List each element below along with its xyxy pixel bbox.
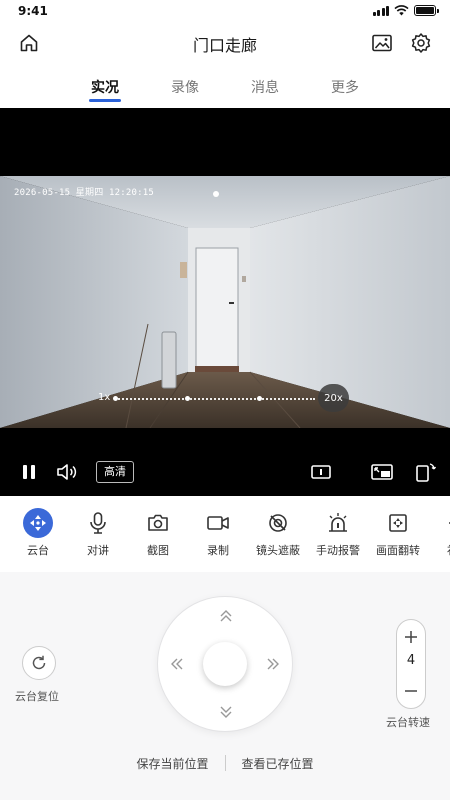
plus-icon bbox=[405, 631, 417, 643]
tool-light[interactable]: 补光 bbox=[428, 508, 450, 564]
header: 门口走廊 bbox=[0, 26, 450, 60]
camera-icon bbox=[143, 508, 173, 538]
view-positions-link[interactable]: 查看已存位置 bbox=[226, 755, 330, 772]
status-icons bbox=[372, 5, 439, 16]
speed-value: 4 bbox=[406, 653, 416, 668]
tool-manual-alarm[interactable]: 手动报警 bbox=[308, 508, 368, 564]
tool-intercom[interactable]: 对讲 bbox=[68, 508, 128, 564]
speed-increase-button[interactable] bbox=[397, 624, 425, 650]
save-position-link[interactable]: 保存当前位置 bbox=[120, 755, 224, 772]
zoom-max-button[interactable]: 20x bbox=[318, 384, 349, 412]
tab-recordings[interactable]: 录像 bbox=[145, 74, 225, 104]
tool-screenshot[interactable]: 截图 bbox=[128, 508, 188, 564]
video-control-bar: 高清 bbox=[0, 458, 450, 486]
refresh-icon bbox=[32, 655, 46, 670]
video-timestamp: 2026-05-15 星期四 12:20:15 bbox=[14, 188, 154, 198]
flip-icon bbox=[383, 508, 413, 538]
tool-label: 录制 bbox=[207, 544, 229, 557]
zoom-track[interactable] bbox=[113, 396, 315, 401]
tool-label: 补光 bbox=[428, 542, 450, 558]
ptz-up-icon[interactable] bbox=[217, 607, 235, 625]
tool-lens-cover[interactable]: 镜头遮蔽 bbox=[248, 508, 308, 564]
alarm-icon bbox=[323, 508, 353, 538]
ptz-joystick-knob[interactable] bbox=[203, 642, 247, 686]
tool-label: 截图 bbox=[147, 544, 169, 557]
ptz-joystick[interactable] bbox=[157, 596, 293, 732]
tab-more[interactable]: 更多 bbox=[305, 74, 385, 104]
video-record-icon bbox=[203, 508, 233, 538]
gear-icon[interactable] bbox=[408, 30, 434, 56]
zoom-min-label: 1x bbox=[98, 392, 111, 403]
gallery-icon[interactable] bbox=[369, 30, 395, 56]
minus-icon bbox=[405, 690, 417, 692]
tool-flip[interactable]: 画面翻转 bbox=[368, 508, 428, 564]
status-bar: 9:41 bbox=[0, 0, 450, 22]
tool-label: 云台 bbox=[27, 544, 49, 557]
wifi-icon bbox=[394, 5, 409, 16]
zoom-tick bbox=[257, 396, 262, 401]
info-icon[interactable] bbox=[309, 460, 333, 484]
position-links: 保存当前位置 查看已存位置 bbox=[0, 753, 450, 773]
light-icon bbox=[443, 508, 450, 538]
pip-icon[interactable] bbox=[369, 460, 395, 484]
zoom-tick bbox=[185, 396, 190, 401]
pause-icon[interactable] bbox=[18, 460, 40, 484]
zoom-tick bbox=[113, 396, 118, 401]
quality-selector[interactable]: 高清 bbox=[96, 461, 134, 483]
speed-decrease-button[interactable] bbox=[397, 678, 425, 704]
ptz-down-icon[interactable] bbox=[217, 703, 235, 721]
ptz-left-icon[interactable] bbox=[168, 655, 186, 673]
ptz-reset[interactable]: 云台复位 bbox=[15, 646, 62, 704]
ptz-right-icon[interactable] bbox=[264, 655, 282, 673]
ptz-icon bbox=[23, 508, 53, 538]
tool-label: 对讲 bbox=[87, 544, 109, 557]
lens-cover-icon bbox=[263, 508, 293, 538]
ptz-reset-label: 云台复位 bbox=[15, 690, 59, 703]
tool-ptz[interactable]: 云台 bbox=[8, 508, 68, 564]
status-time: 9:41 bbox=[18, 4, 48, 18]
tool-row: 云台 对讲 截图 录制 镜头遮蔽 手动报警 画面翻转 bbox=[0, 496, 450, 572]
volume-icon[interactable] bbox=[56, 460, 80, 484]
mic-icon bbox=[83, 508, 113, 538]
ptz-panel: 云台复位 4 云台转速 保存当前位置 查看已存位置 bbox=[0, 572, 450, 800]
ptz-reset-button[interactable] bbox=[22, 646, 56, 680]
tab-bar: 实况 录像 消息 更多 bbox=[65, 74, 385, 104]
tool-label: 镜头遮蔽 bbox=[256, 544, 300, 557]
signal-icon bbox=[372, 5, 389, 16]
tab-live[interactable]: 实况 bbox=[65, 74, 145, 104]
zoom-slider[interactable]: 1x 20x bbox=[98, 383, 353, 413]
tab-messages[interactable]: 消息 bbox=[225, 74, 305, 104]
tool-record[interactable]: 录制 bbox=[188, 508, 248, 564]
tool-label: 画面翻转 bbox=[376, 544, 420, 557]
speed-label: 云台转速 bbox=[386, 716, 430, 729]
rotate-icon[interactable] bbox=[412, 460, 438, 484]
tool-label: 手动报警 bbox=[316, 544, 360, 557]
video-player[interactable]: 2026-05-15 星期四 12:20:15 1x 20x 高清 bbox=[0, 108, 450, 496]
ptz-speed-control: 4 bbox=[396, 619, 426, 709]
battery-icon bbox=[414, 5, 439, 16]
